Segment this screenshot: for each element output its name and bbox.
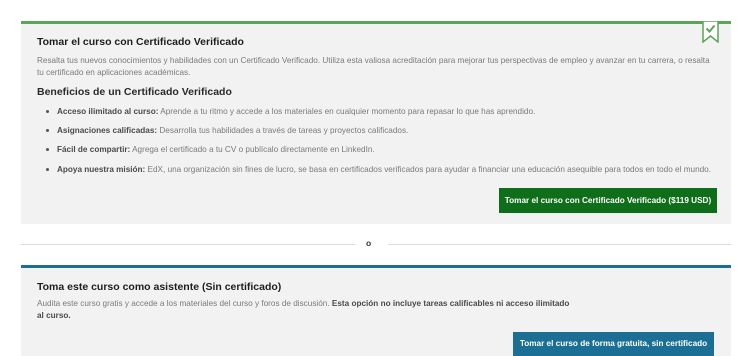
audit-card-description: Audita este curso gratis y accede a los …	[37, 298, 577, 321]
verified-card-title: Tomar el curso con Certificado Verificad…	[37, 36, 244, 48]
benefit-name: Fácil de compartir:	[57, 145, 131, 155]
benefit-support-mission: Apoya nuestra misión: EdX, una organizac…	[45, 164, 711, 183]
benefit-graded-assignments: Asignaciones calificadas: Desarrolla tus…	[45, 125, 711, 144]
take-verified-course-button[interactable]: Tomar el curso con Certificado Verificad…	[499, 188, 717, 213]
benefits-list: Acceso ilimitado al curso: Aprende a tu …	[45, 106, 711, 183]
benefit-name: Acceso ilimitado al curso:	[57, 107, 159, 116]
benefit-text: Desarrolla tus habilidades a través de t…	[157, 126, 409, 136]
verified-certificate-card: Tomar el curso con Certificado Verificad…	[21, 21, 731, 224]
benefit-easy-sharing: Fácil de compartir: Agrega el certificad…	[45, 144, 711, 163]
benefit-name: Asignaciones calificadas:	[57, 126, 158, 136]
verified-card-description: Resalta tus nuevos conocimientos y habil…	[37, 56, 710, 77]
certificate-ribbon-icon	[702, 21, 719, 43]
audit-course-card: Toma este curso como asistente (Sin cert…	[21, 265, 731, 356]
benefit-text: Agrega el certificado a tu CV o publícal…	[130, 145, 375, 155]
audit-description-text: Audita este curso gratis y accede a los …	[37, 299, 330, 308]
or-separator-label: o	[366, 238, 372, 248]
benefits-heading: Beneficios de un Certificado Verificado	[37, 86, 232, 98]
benefit-text: Aprende a tu ritmo y accede a los materi…	[158, 107, 536, 116]
separator-line-left	[21, 244, 355, 245]
audit-card-title: Toma este curso como asistente (Sin cert…	[37, 281, 282, 293]
benefit-unlimited-access: Acceso ilimitado al curso: Aprende a tu …	[45, 106, 711, 125]
benefit-text: EdX, una organización sin fines de lucro…	[145, 164, 712, 174]
separator-line-right	[388, 244, 731, 245]
take-free-course-button[interactable]: Tomar el curso de forma gratuita, sin ce…	[513, 332, 714, 356]
benefit-name: Apoya nuestra misión:	[57, 164, 146, 174]
